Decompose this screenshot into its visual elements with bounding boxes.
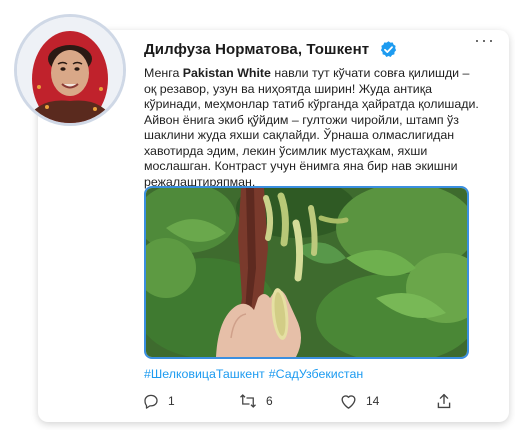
reply-count: 1	[168, 394, 175, 408]
share-icon	[437, 393, 451, 409]
tweet-photo[interactable]	[144, 186, 469, 359]
mulberry-photo	[146, 188, 467, 357]
tweet-actions: 1 6 14	[0, 392, 515, 412]
hashtag-link[interactable]: #СадУзбекистан	[269, 367, 363, 381]
tweet-header: Дилфуза Норматова, Тошкент	[144, 40, 398, 59]
retweet-icon	[240, 394, 256, 408]
hashtags: #ШелковицаТашкент #СадУзбекистан	[144, 367, 367, 381]
tweet-text-part: Менга	[144, 66, 183, 80]
avatar-photo	[17, 17, 123, 123]
variety-name: Pakistan White	[182, 66, 271, 80]
tweet-text-part: навли тут кўчати совға қилишди – оқ реза…	[144, 66, 479, 189]
verified-badge-icon	[381, 41, 397, 57]
reply-button[interactable]: 1	[142, 392, 175, 410]
like-button[interactable]: 14	[339, 392, 379, 410]
more-options-button[interactable]: ···	[474, 31, 495, 49]
reply-icon	[144, 394, 158, 409]
share-button[interactable]	[436, 392, 452, 410]
tweet-text: Менга Pakistan White навли тут кўчати со…	[144, 66, 484, 190]
like-count: 14	[366, 394, 380, 408]
author-name[interactable]: Дилфуза Норматова, Тошкент	[144, 41, 369, 58]
avatar[interactable]	[14, 14, 126, 126]
retweet-count: 6	[266, 394, 273, 408]
hashtag-link[interactable]: #ШелковицаТашкент	[144, 367, 265, 381]
heart-icon	[341, 395, 356, 409]
retweet-button[interactable]: 6	[238, 392, 273, 410]
